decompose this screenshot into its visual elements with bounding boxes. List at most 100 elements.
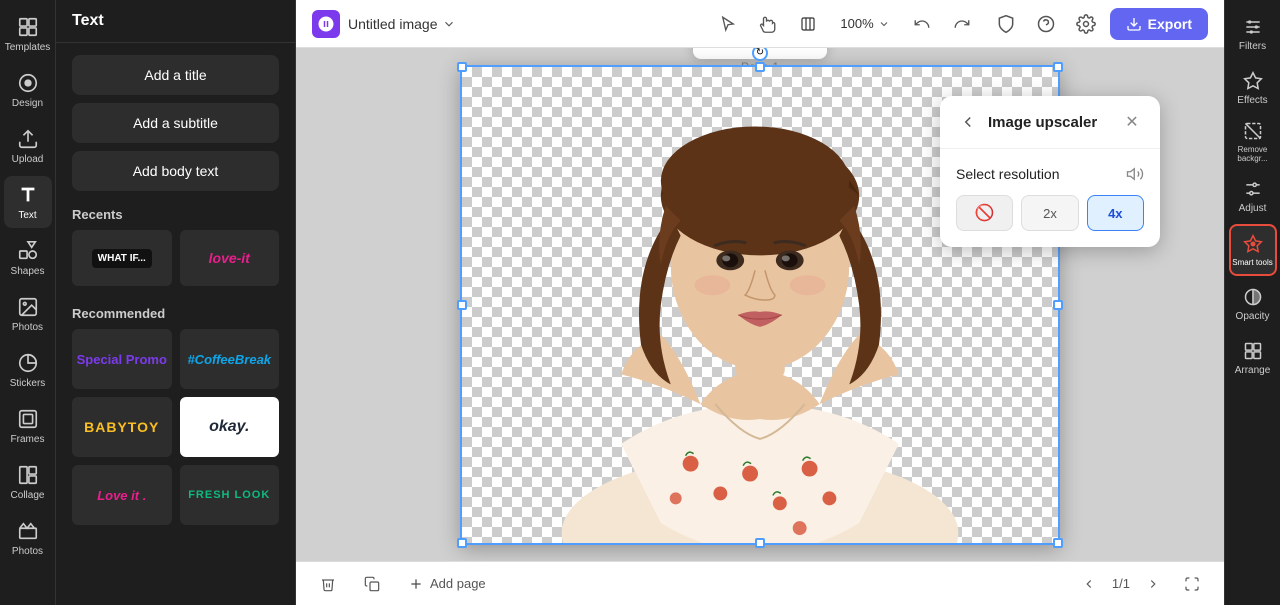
- right-panel-filters[interactable]: Filters: [1229, 8, 1277, 60]
- fullscreen-icon: [1184, 576, 1200, 592]
- sidebar-item-frames[interactable]: Frames: [4, 400, 52, 452]
- upscaler-section-text: Select resolution: [956, 166, 1060, 182]
- sidebar-item-upload[interactable]: Upload: [4, 120, 52, 172]
- love-it-2-text: Love it .: [97, 488, 146, 503]
- handle-bottom-left[interactable]: [457, 538, 467, 548]
- prev-page-button[interactable]: [1074, 573, 1104, 595]
- shield-button[interactable]: [990, 8, 1022, 40]
- copy-icon: [364, 576, 380, 592]
- right-panel-opacity[interactable]: Opacity: [1229, 278, 1277, 330]
- rotate-handle[interactable]: ↻: [752, 48, 768, 61]
- duplicate-button[interactable]: [356, 572, 388, 596]
- sidebar-item-stickers[interactable]: Stickers: [4, 344, 52, 396]
- handle-top-middle[interactable]: [755, 62, 765, 72]
- crop-button[interactable]: [697, 48, 727, 55]
- frame-button[interactable]: [792, 8, 824, 40]
- handle-middle-right[interactable]: [1053, 300, 1063, 310]
- sidebar-item-photos[interactable]: Photos: [4, 288, 52, 340]
- upscaler-option-4x[interactable]: 4x: [1087, 195, 1144, 231]
- right-panel-remove-bg[interactable]: Remove backgr...: [1229, 116, 1277, 168]
- upscaler-close-button[interactable]: ✕: [1120, 110, 1144, 134]
- zoom-value: 100%: [840, 16, 873, 31]
- shield-icon: [996, 14, 1016, 34]
- upscaler-panel: Image upscaler ✕ Select resolution 🚫 2x: [940, 96, 1160, 247]
- upscaler-option-2x[interactable]: 2x: [1021, 195, 1078, 231]
- sidebar-item-photos2-label: Photos: [12, 546, 43, 557]
- add-page-button[interactable]: Add page: [400, 572, 494, 596]
- export-button[interactable]: Export: [1110, 8, 1208, 40]
- right-panel: Filters Effects Remove backgr... Adjust …: [1224, 0, 1280, 605]
- fullscreen-button[interactable]: [1176, 572, 1208, 596]
- smart-tools-label: Smart tools: [1232, 258, 1272, 267]
- recommended-item-coffee-break[interactable]: #CoffeeBreak: [180, 329, 280, 389]
- okay-text: okay.: [209, 418, 249, 436]
- handle-bottom-middle[interactable]: [755, 538, 765, 548]
- handle-top-right[interactable]: [1053, 62, 1063, 72]
- plus-icon: [408, 576, 424, 592]
- sidebar-item-upload-label: Upload: [12, 154, 44, 165]
- add-title-button[interactable]: Add a title: [72, 55, 279, 95]
- text-panel-header: Text: [56, 0, 295, 43]
- recent-item-love-it[interactable]: love-it: [180, 230, 280, 286]
- recommended-item-fresh-look[interactable]: FRESH LOOK: [180, 465, 280, 525]
- recommended-grid: Special Promo #CoffeeBreak BABYTOY okay.…: [72, 329, 279, 525]
- right-panel-adjust[interactable]: Adjust: [1229, 170, 1277, 222]
- delete-button[interactable]: [312, 572, 344, 596]
- chevron-left-icon: [1082, 577, 1096, 591]
- download-icon: [1126, 16, 1142, 32]
- chevron-right-icon: [1146, 577, 1160, 591]
- sidebar-item-templates[interactable]: Templates: [4, 8, 52, 60]
- zoom-control[interactable]: 100%: [832, 12, 897, 35]
- recommended-item-babytoy[interactable]: BABYTOY: [72, 397, 172, 457]
- sidebar-item-text[interactable]: Text: [4, 176, 52, 228]
- handle-middle-left[interactable]: [457, 300, 467, 310]
- upscaler-title: Image upscaler: [988, 114, 1112, 131]
- hand-icon: [759, 15, 777, 33]
- recommended-label: Recommended: [72, 306, 279, 321]
- sidebar-item-shapes-label: Shapes: [11, 266, 45, 277]
- sidebar-item-design[interactable]: Design: [4, 64, 52, 116]
- recommended-item-special-promo[interactable]: Special Promo: [72, 329, 172, 389]
- handle-bottom-right[interactable]: [1053, 538, 1063, 548]
- right-panel-effects[interactable]: Effects: [1229, 62, 1277, 114]
- help-button[interactable]: [1030, 8, 1062, 40]
- photos2-icon: [17, 520, 39, 542]
- cursor-tool-button[interactable]: [712, 8, 744, 40]
- add-body-button[interactable]: Add body text: [72, 151, 279, 191]
- sidebar-item-collage-label: Collage: [11, 490, 45, 501]
- help-icon: [1036, 14, 1056, 34]
- redo-button[interactable]: [946, 8, 978, 40]
- collage-icon: [17, 464, 39, 486]
- recommended-item-love-it-2[interactable]: Love it .: [72, 465, 172, 525]
- right-panel-arrange[interactable]: Arrange: [1229, 332, 1277, 384]
- sidebar-item-templates-label: Templates: [5, 42, 51, 53]
- filters-icon: [1243, 17, 1263, 37]
- sidebar-item-shapes[interactable]: Shapes: [4, 232, 52, 284]
- recent-item-what-if[interactable]: WHAT IF...: [72, 230, 172, 286]
- recents-section: Recents WHAT IF... love-it: [72, 207, 279, 286]
- recommended-item-okay[interactable]: okay.: [180, 397, 280, 457]
- top-bar-left: Untitled image: [312, 10, 700, 38]
- sidebar-item-photos2[interactable]: Photos: [4, 512, 52, 564]
- upscaler-header: Image upscaler ✕: [940, 96, 1160, 149]
- hand-tool-button[interactable]: [752, 8, 784, 40]
- more-options-button[interactable]: [793, 48, 823, 55]
- top-bar: Untitled image: [296, 0, 1224, 48]
- recents-label: Recents: [72, 207, 279, 222]
- canva-logo-icon: [317, 15, 335, 33]
- text-panel: Text Add a title Add a subtitle Add body…: [56, 0, 296, 605]
- sidebar-item-collage[interactable]: Collage: [4, 456, 52, 508]
- project-name[interactable]: Untitled image: [348, 16, 456, 32]
- chevron-left-icon: [959, 113, 977, 131]
- frames-icon: [17, 408, 39, 430]
- upscaler-option-disabled[interactable]: 🚫: [956, 195, 1013, 231]
- next-page-button[interactable]: [1138, 573, 1168, 595]
- coffee-break-text: #CoffeeBreak: [187, 352, 271, 367]
- undo-button[interactable]: [906, 8, 938, 40]
- add-subtitle-button[interactable]: Add a subtitle: [72, 103, 279, 143]
- upscaler-back-button[interactable]: [956, 110, 980, 134]
- sidebar-item-text-label: Text: [18, 210, 36, 221]
- settings-button[interactable]: [1070, 8, 1102, 40]
- right-panel-smart-tools[interactable]: Smart tools: [1229, 224, 1277, 276]
- handle-top-left[interactable]: [457, 62, 467, 72]
